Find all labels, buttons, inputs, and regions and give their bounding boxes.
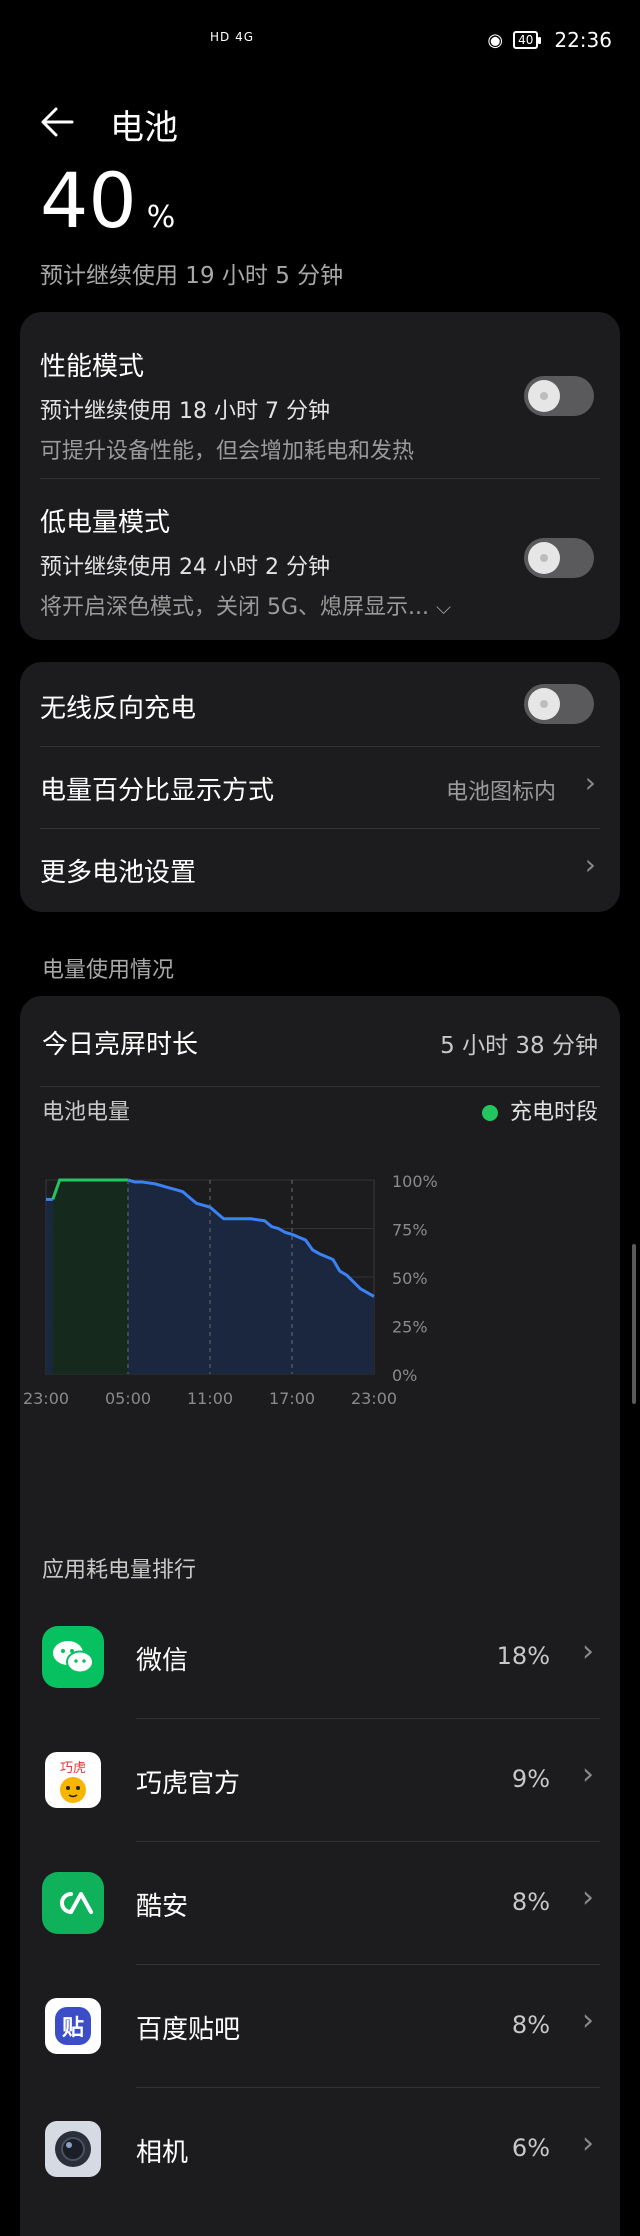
y-tick-label: 75% — [392, 1221, 428, 1240]
app-name: 巧虎官方 — [136, 1769, 241, 1799]
x-tick-label: 11:00 — [187, 1389, 233, 1408]
chevron-right-icon: › — [584, 848, 596, 881]
divider — [40, 1086, 600, 1087]
battery-indicator: 40 — [513, 31, 542, 49]
x-tick-label: 05:00 — [105, 1389, 151, 1408]
divider — [40, 828, 600, 829]
camera-icon — [42, 2118, 104, 2180]
app-ranking-label: 应用耗电量排行 — [42, 1558, 197, 1583]
usage-section-label: 电量使用情况 — [42, 958, 175, 983]
low-power-mode-title: 低电量模式 — [40, 508, 171, 538]
expand-chevron-icon[interactable]: ⌵ — [436, 595, 451, 619]
wireless-reverse-label: 无线反向充电 — [40, 694, 197, 724]
more-battery-settings-row[interactable]: 更多电池设置 — [40, 852, 600, 889]
remaining-time: 预计继续使用 19 小时 5 分钟 — [40, 263, 344, 289]
battery-percent: 40% — [40, 156, 175, 263]
chevron-right-icon: › — [582, 1757, 594, 1792]
low-power-mode-row[interactable]: 低电量模式 预计继续使用 24 小时 2 分钟 将开启深色模式，关闭 5G、熄屏… — [40, 502, 600, 621]
divider — [40, 746, 600, 747]
screen-time-value: 5 小时 38 分钟 — [440, 1033, 598, 1059]
percent-display-value: 电池图标内 — [445, 780, 556, 805]
performance-mode-desc: 可提升设备性能，但会增加耗电和发热 — [40, 439, 415, 464]
app-row[interactable]: 微信 18% › — [20, 1596, 620, 1719]
x-tick-label: 23:00 — [351, 1389, 397, 1408]
app-row[interactable]: 贴 百度贴吧 8% › — [20, 1965, 620, 2088]
charging-area — [52, 1180, 129, 1374]
y-tick-label: 25% — [392, 1318, 428, 1337]
charging-legend: 充电时段 — [481, 1094, 598, 1126]
status-bar: HD 4G ◉ 40 22:36 — [0, 0, 640, 86]
eye-icon: ◉ — [487, 29, 504, 51]
chevron-right-icon: › — [584, 766, 596, 799]
app-percent: 9% — [511, 1765, 550, 1793]
app-name: 相机 — [136, 2138, 189, 2168]
app-percent: 8% — [511, 1888, 550, 1916]
app-percent: 18% — [496, 1642, 550, 1670]
screen-time-label: 今日亮屏时长 — [42, 1030, 199, 1060]
app-name: 酷安 — [136, 1892, 189, 1922]
charging-legend-dot — [481, 1105, 498, 1121]
chevron-right-icon: › — [582, 2126, 594, 2161]
charging-legend-label: 充电时段 — [509, 1100, 598, 1125]
y-tick-label: 50% — [392, 1269, 428, 1288]
percent-unit: % — [146, 200, 176, 235]
modes-card: 性能模式 预计继续使用 18 小时 7 分钟 可提升设备性能，但会增加耗电和发热… — [20, 312, 620, 640]
wechat-icon — [42, 1626, 104, 1688]
app-name: 百度贴吧 — [136, 2015, 241, 2045]
performance-mode-title: 性能模式 — [40, 352, 145, 382]
battery-level-chart: 100% 75% 50% 25% 0% 23:00 05:00 11:00 17:00 23:00 — [23, 1172, 438, 1408]
svg-text:巧虎: 巧虎 — [60, 1761, 86, 1776]
coolapk-icon — [42, 1872, 104, 1934]
x-tick-label: 23:00 — [23, 1389, 69, 1408]
low-power-mode-estimate: 预计继续使用 24 小时 2 分钟 — [40, 555, 330, 580]
app-percent: 6% — [511, 2134, 550, 2162]
scrollbar[interactable] — [632, 1244, 636, 1404]
app-row[interactable]: 相机 6% › — [20, 2088, 620, 2210]
app-row[interactable]: 巧虎巧虎官方 9% › — [20, 1719, 620, 1842]
page-title: 电池 — [110, 108, 178, 148]
usage-card: 今日亮屏时长 5 小时 38 分钟 电池电量 充电时段 100% 75% 50% 25… — [20, 996, 620, 2236]
wireless-reverse-toggle[interactable] — [524, 684, 594, 724]
chevron-right-icon: › — [582, 1634, 594, 1669]
battery-level-label: 电池电量 — [42, 1100, 131, 1125]
low-power-mode-desc: 将开启深色模式，关闭 5G、熄屏显示... ⌵ — [40, 595, 452, 620]
tieba-icon: 贴 — [42, 1995, 104, 2057]
app-row[interactable]: 酷安 8% › — [20, 1842, 620, 1965]
back-arrow-icon — [41, 107, 74, 137]
back-button[interactable] — [38, 102, 78, 142]
divider — [40, 478, 600, 479]
chevron-right-icon: › — [582, 2003, 594, 2038]
wireless-reverse-row[interactable]: 无线反向充电 — [40, 688, 600, 725]
app-percent: 8% — [511, 2011, 550, 2039]
performance-mode-estimate: 预计继续使用 18 小时 7 分钟 — [40, 399, 330, 424]
x-tick-label: 17:00 — [269, 1389, 315, 1408]
battery-percent-value: 40 — [40, 156, 137, 245]
performance-mode-toggle[interactable] — [524, 376, 594, 416]
y-tick-label: 100% — [392, 1172, 438, 1191]
low-power-mode-toggle[interactable] — [524, 538, 594, 578]
network-indicator: HD 4G — [210, 30, 255, 44]
clock: 22:36 — [554, 28, 612, 52]
more-battery-settings-label: 更多电池设置 — [40, 858, 197, 888]
svg-text:贴: 贴 — [62, 2015, 84, 2041]
qiaohu-icon: 巧虎 — [42, 1749, 104, 1811]
settings-card: 无线反向充电 电量百分比显示方式 电池图标内 › 更多电池设置 › — [20, 662, 620, 912]
performance-mode-row[interactable]: 性能模式 预计继续使用 18 小时 7 分钟 可提升设备性能，但会增加耗电和发热 — [40, 346, 600, 465]
app-name: 微信 — [136, 1646, 189, 1676]
chevron-right-icon: › — [582, 1880, 594, 1915]
y-tick-label: 0% — [392, 1366, 417, 1385]
